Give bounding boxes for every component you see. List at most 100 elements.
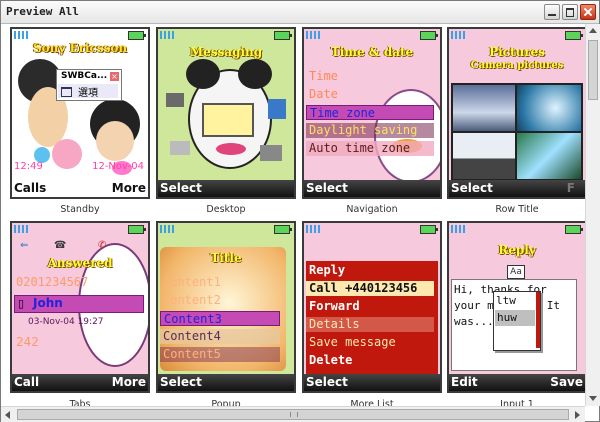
input-mode-indicator: Aa — [507, 265, 525, 279]
suggestion-item-2[interactable]: huw — [495, 310, 535, 326]
status-bar — [449, 223, 585, 236]
caption-popup: Popup — [211, 399, 241, 406]
grip-icon — [290, 412, 298, 417]
scroll-up-icon[interactable] — [589, 28, 597, 33]
popup-item-1[interactable]: Content1 — [160, 275, 280, 290]
thumbnail-4[interactable] — [517, 133, 581, 179]
minimize-button[interactable] — [544, 4, 560, 20]
vertical-scrollbar[interactable] — [585, 24, 600, 406]
menu-item-date[interactable]: Date — [306, 87, 434, 102]
more-item-save-message[interactable]: Save message — [306, 335, 434, 350]
caption-more-list: More List — [350, 399, 394, 406]
signal-icon — [306, 31, 320, 39]
softkey-bar: Select — [304, 374, 440, 391]
softkey-left[interactable]: Select — [306, 375, 348, 389]
menu-item-daylight-saving[interactable]: Daylight saving — [306, 123, 434, 138]
tile-input-1[interactable]: Reply Aa Hi, thanks for your message. It… — [447, 221, 587, 393]
contact-row[interactable]: ▯ John — [14, 295, 144, 313]
softkey-left[interactable]: Select — [451, 181, 493, 195]
softkey-bar: Select — [158, 180, 294, 197]
scroll-left-icon[interactable] — [5, 411, 10, 419]
maximize-button[interactable] — [562, 4, 578, 20]
softkey-bar: Call More — [12, 374, 148, 391]
tile-popup[interactable]: Title Content1 Content2 Content3 Content… — [156, 221, 296, 393]
caption-row-title: Row Title — [495, 204, 539, 215]
phone-icon: ▯ — [18, 297, 25, 310]
popup-item-4[interactable]: Content4 — [160, 329, 280, 344]
scroll-right-icon[interactable] — [575, 411, 580, 419]
battery-icon — [274, 225, 292, 234]
softkey-left[interactable]: Select — [160, 375, 202, 389]
caption-navigation: Navigation — [346, 204, 398, 215]
more-item-forward[interactable]: Forward — [306, 299, 434, 314]
softkey-right[interactable]: More — [112, 181, 146, 195]
status-bar — [158, 29, 294, 42]
preview-window: Preview All Sony Ericsson SWBCa... × 選項 … — [0, 0, 600, 422]
signal-icon — [306, 225, 320, 233]
softkey-right[interactable]: Save — [550, 375, 583, 389]
softkey-right[interactable]: More — [112, 375, 146, 389]
contact-name: John — [33, 296, 63, 310]
tile-desktop[interactable]: Messaging Select — [156, 27, 296, 199]
row-title-subheader: Camera pictures — [470, 60, 564, 71]
signal-icon — [14, 225, 28, 233]
row-title-header: Pictures — [489, 45, 545, 59]
popup-header: Title — [210, 251, 242, 265]
battery-icon — [565, 31, 583, 40]
softkey-right[interactable]: F — [567, 181, 575, 195]
status-bar — [12, 223, 148, 236]
call-datetime: 03-Nov-04 19:27 — [28, 317, 104, 327]
softkey-bar: Select F — [449, 180, 585, 197]
menu-item-time-zone[interactable]: Time zone — [306, 105, 434, 120]
thumbnail-3[interactable] — [453, 133, 515, 179]
suggestion-list: ltw huw — [493, 291, 541, 351]
vertical-scroll-thumb[interactable] — [588, 40, 598, 100]
softkey-bar: Calls More — [12, 180, 148, 197]
softkey-left[interactable]: Edit — [451, 375, 478, 389]
tile-standby[interactable]: Sony Ericsson SWBCa... × 選項 12:49 12-Nov… — [10, 27, 150, 199]
title-bar[interactable]: Preview All — [1, 1, 599, 24]
battery-icon — [565, 225, 583, 234]
scroll-down-icon[interactable] — [589, 396, 597, 401]
signal-icon — [14, 31, 28, 39]
popup-item-5[interactable]: Content5 — [160, 347, 280, 362]
close-button[interactable] — [580, 4, 596, 20]
tile-navigation[interactable]: Time & date Time Date Time zone Daylight… — [302, 27, 442, 199]
suggestion-item-1[interactable]: ltw — [496, 294, 516, 307]
more-item-details[interactable]: Details — [306, 317, 434, 332]
softkey-left[interactable]: Calls — [14, 181, 46, 195]
tab-missed-icon[interactable]: ✆ — [98, 240, 106, 251]
thumbnail-grid — [451, 83, 583, 181]
menu-item-auto-time-zone[interactable]: Auto time zone — [306, 141, 434, 156]
tab-arrow-left-icon[interactable]: ⇐ — [20, 240, 28, 251]
tile-more-list[interactable]: Reply Call +440123456 Forward Details Sa… — [302, 221, 442, 393]
popup-item-2[interactable]: Content2 — [160, 293, 280, 308]
popup-item-3[interactable]: Content3 — [160, 311, 280, 326]
softkey-left[interactable]: Call — [14, 375, 39, 389]
status-bar — [158, 223, 294, 236]
tile-tabs[interactable]: ⇐ ☎ ✆ Answered 0201234567 ▯ John 03-Nov-… — [10, 221, 150, 393]
battery-icon — [128, 31, 146, 40]
desktop-header: Messaging — [189, 45, 263, 59]
popup-close-icon[interactable]: × — [110, 72, 119, 81]
status-bar — [449, 29, 585, 42]
softkey-left[interactable]: Select — [160, 181, 202, 195]
input-header: Reply — [498, 243, 536, 257]
horizontal-scrollbar[interactable] — [1, 406, 585, 422]
tile-row-title[interactable]: Pictures Camera pictures Select F — [447, 27, 587, 199]
more-item-delete[interactable]: Delete — [306, 353, 434, 368]
softkey-left[interactable]: Select — [306, 181, 348, 195]
standby-header: Sony Ericsson — [32, 41, 128, 55]
caption-desktop: Desktop — [206, 204, 246, 215]
suggestion-scrollbar[interactable] — [536, 292, 540, 348]
more-item-reply[interactable]: Reply — [306, 263, 434, 278]
menu-item-time[interactable]: Time — [306, 69, 434, 84]
thumbnail-2[interactable] — [517, 85, 581, 131]
popup-item[interactable]: 選項 — [58, 84, 118, 99]
tab-call-icon[interactable]: ☎ — [54, 240, 66, 251]
thumbnail-1[interactable] — [453, 85, 515, 131]
horizontal-scroll-thumb[interactable] — [17, 409, 569, 420]
window-icon — [61, 87, 72, 97]
caption-tabs: Tabs — [69, 399, 91, 406]
more-item-call[interactable]: Call +440123456 — [306, 281, 434, 296]
